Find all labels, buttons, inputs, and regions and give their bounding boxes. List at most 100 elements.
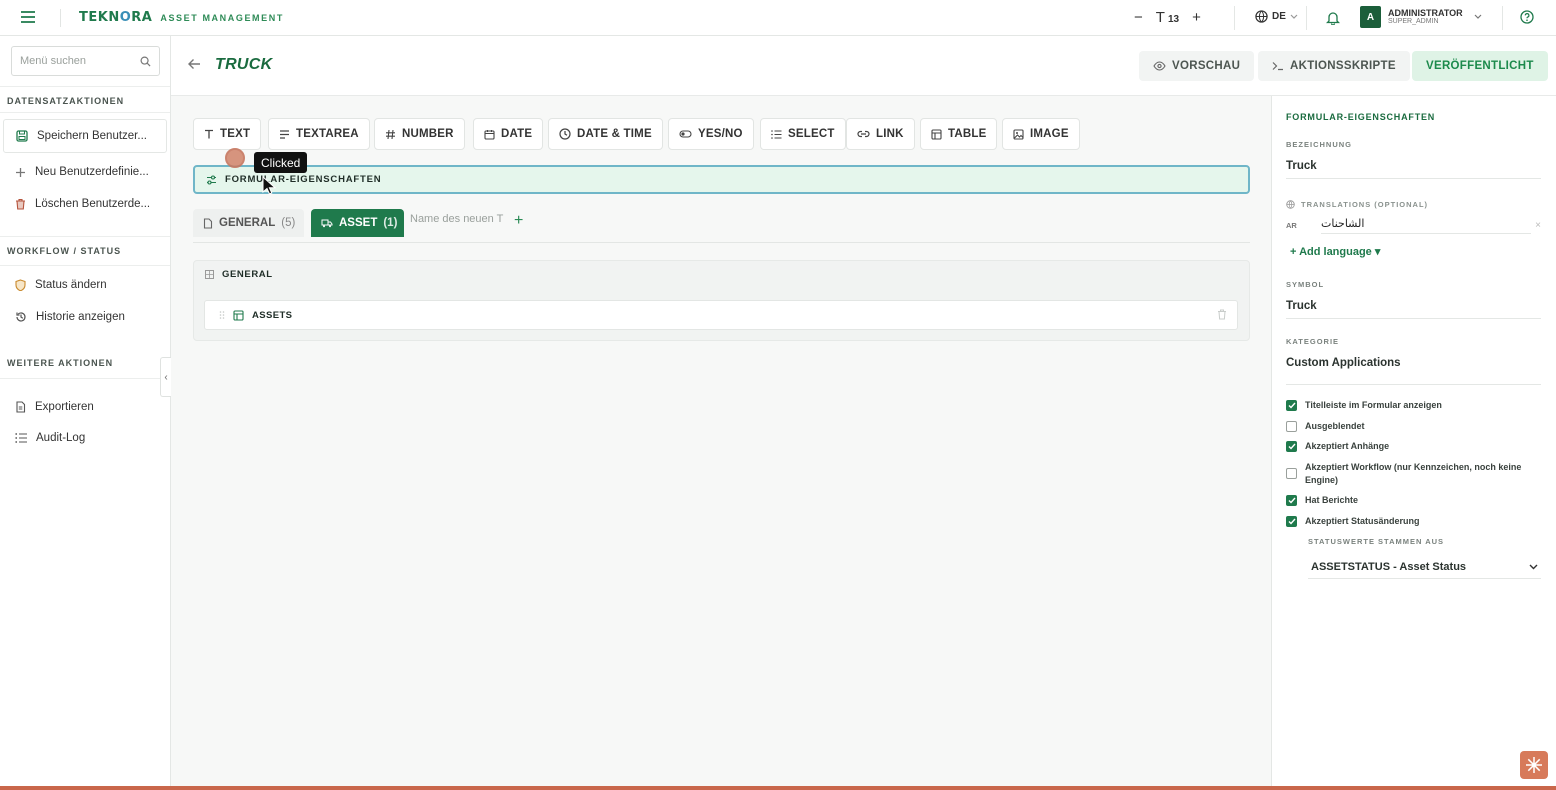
bottom-accent-bar	[0, 786, 1556, 790]
brand-logo: TEKNORA	[79, 10, 153, 25]
field-type-yesno-button[interactable]: YES/NO	[668, 118, 754, 150]
menu-search-input[interactable]: Menü suchen	[11, 46, 160, 76]
chevron-down-icon	[1474, 14, 1482, 20]
assistant-icon[interactable]	[1520, 751, 1548, 779]
sidebar-item-change-status[interactable]: Status ändern	[3, 268, 167, 302]
checkbox-accepts-status-change[interactable]: Akzeptiert Statusänderung	[1286, 515, 1538, 528]
help-icon[interactable]	[1520, 10, 1534, 24]
section-title: GENERAL	[222, 269, 273, 280]
hash-icon	[385, 129, 396, 140]
new-tab-name-input[interactable]: Name des neuen T	[410, 213, 510, 233]
sidebar-item-save[interactable]: Speichern Benutzer...	[3, 119, 167, 153]
field-type-label: TEXTAREA	[296, 128, 359, 140]
checkbox-unchecked-icon[interactable]	[1286, 421, 1297, 432]
drag-handle-icon[interactable]	[219, 310, 225, 320]
status-source-value: ASSETSTATUS - Asset Status	[1311, 560, 1467, 573]
divider	[0, 378, 170, 379]
divider	[1502, 6, 1503, 30]
page-header: TRUCK VORSCHAU AKTIONSSKRIPTE VERÖFFENTL…	[171, 36, 1556, 96]
checkbox-hidden[interactable]: Ausgeblendet	[1286, 420, 1538, 433]
checkbox-accepts-workflow[interactable]: Akzeptiert Workflow (nur Kennzeichen, no…	[1286, 461, 1538, 487]
checkbox-checked-icon[interactable]	[1286, 495, 1297, 506]
add-tab-button[interactable]: +	[514, 212, 523, 230]
checkbox-has-reports[interactable]: Hat Berichte	[1286, 494, 1538, 507]
field-type-label: NUMBER	[402, 128, 454, 140]
translation-input[interactable]: الشاحنات	[1321, 217, 1532, 234]
user-menu[interactable]: A ADMINISTRATOR SUPER_ADMIN	[1360, 6, 1482, 28]
checkbox-checked-icon[interactable]	[1286, 400, 1297, 411]
section-heading-more: WEITERE AKTIONEN	[7, 358, 114, 368]
brand[interactable]: TEKNORA ASSET MANAGEMENT	[79, 10, 284, 25]
published-button[interactable]: VERÖFFENTLICHT	[1412, 51, 1548, 81]
field-type-image-button[interactable]: IMAGE	[1002, 118, 1080, 150]
preview-button[interactable]: VORSCHAU	[1139, 51, 1255, 81]
name-field[interactable]: Truck	[1286, 160, 1541, 179]
sidebar-item-audit-log[interactable]: Audit-Log	[3, 421, 167, 455]
tab-general[interactable]: GENERAL (5)	[193, 209, 304, 237]
grid-icon	[205, 270, 214, 279]
remove-translation-button[interactable]: ×	[1535, 220, 1541, 231]
category-label: KATEGORIE	[1286, 337, 1340, 346]
translations-label-text: TRANSLATIONS (OPTIONAL)	[1301, 200, 1429, 209]
back-arrow-icon[interactable]	[187, 58, 201, 70]
form-field-row[interactable]: ASSETS	[204, 300, 1238, 330]
sidebar-item-label: Status ändern	[35, 279, 107, 291]
category-field[interactable]: Custom Applications	[1286, 357, 1541, 385]
clock-icon	[559, 128, 571, 140]
field-type-number-button[interactable]: NUMBER	[374, 118, 465, 150]
sidebar-item-delete[interactable]: Löschen Benutzerde...	[3, 187, 167, 221]
field-type-date-button[interactable]: DATE	[473, 118, 544, 150]
field-type-datetime-button[interactable]: DATE & TIME	[548, 118, 663, 150]
menu-icon[interactable]	[20, 10, 36, 24]
section-header[interactable]: GENERAL	[205, 269, 273, 280]
bell-icon[interactable]	[1326, 10, 1340, 25]
language-selector[interactable]: DE	[1255, 10, 1298, 23]
sidebar-item-export[interactable]: Exportieren	[3, 390, 167, 424]
field-type-select-button[interactable]: SELECT	[760, 118, 846, 150]
checkbox-label: Akzeptiert Statusänderung	[1305, 516, 1420, 526]
terminal-icon	[1272, 61, 1284, 71]
trash-icon[interactable]	[1217, 309, 1227, 320]
field-type-textarea-button[interactable]: TEXTAREA	[268, 118, 370, 150]
plus-icon	[15, 167, 26, 178]
sidebar-item-history[interactable]: Historie anzeigen	[3, 300, 167, 334]
field-type-table-button[interactable]: TABLE	[920, 118, 998, 150]
checkbox-show-title-bar[interactable]: Titelleiste im Formular anzeigen	[1286, 399, 1538, 412]
checkbox-accepts-attachments[interactable]: Akzeptiert Anhänge	[1286, 440, 1538, 453]
link-icon	[857, 130, 870, 138]
sidebar-item-new[interactable]: Neu Benutzerdefinie...	[3, 155, 167, 189]
action-scripts-label: AKTIONSSKRIPTE	[1290, 60, 1396, 72]
tab-asset[interactable]: ASSET (1)	[311, 209, 404, 237]
field-type-text-button[interactable]: TEXT	[193, 118, 262, 150]
translation-language-code: AR	[1286, 220, 1297, 230]
checkbox-checked-icon[interactable]	[1286, 516, 1297, 527]
sidebar-item-label: Exportieren	[35, 401, 94, 413]
status-source-label: STATUSWERTE STAMMEN AUS	[1308, 537, 1445, 546]
action-scripts-button[interactable]: AKTIONSSKRIPTE	[1258, 51, 1410, 81]
checkbox-unchecked-icon[interactable]	[1286, 468, 1297, 479]
trash-icon	[15, 198, 26, 210]
add-language-button[interactable]: + Add language ▾	[1290, 245, 1380, 258]
sidebar-item-label: Historie anzeigen	[36, 311, 125, 323]
chevron-down-icon	[1290, 14, 1298, 20]
eye-icon	[1153, 61, 1166, 71]
section-heading-workflow: WORKFLOW / STATUS	[7, 246, 122, 256]
sidebar-item-label: Audit-Log	[36, 432, 86, 444]
checkbox-label: Titelleiste im Formular anzeigen	[1305, 400, 1442, 410]
textarea-icon	[279, 129, 290, 139]
sidebar-collapse-button[interactable]: ‹	[160, 357, 171, 397]
font-decrease-button[interactable]: −	[1134, 9, 1143, 26]
checkbox-label: Ausgeblendet	[1305, 421, 1365, 431]
font-increase-button[interactable]: +	[1192, 9, 1201, 26]
field-type-label: DATE & TIME	[577, 128, 652, 140]
divider	[0, 265, 170, 266]
symbol-field[interactable]: Truck	[1286, 300, 1541, 319]
published-label: VERÖFFENTLICHT	[1426, 60, 1534, 72]
checkbox-checked-icon[interactable]	[1286, 441, 1297, 452]
field-type-link-button[interactable]: LINK	[846, 118, 915, 150]
status-source-select[interactable]: ASSETSTATUS - Asset Status	[1308, 555, 1541, 579]
translations-label: TRANSLATIONS (OPTIONAL)	[1286, 200, 1428, 209]
calendar-icon	[484, 129, 495, 140]
form-properties-bar[interactable]: FORMULAR-EIGENSCHAFTEN	[193, 165, 1250, 194]
search-icon	[140, 56, 151, 67]
